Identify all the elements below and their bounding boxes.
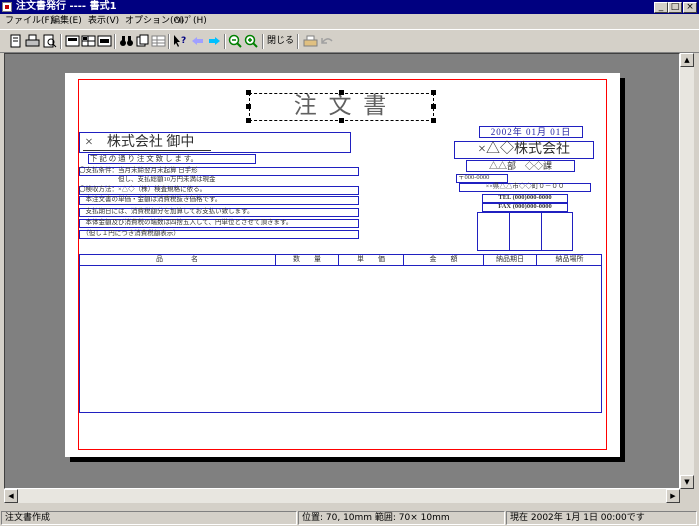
svg-text:?: ?: [181, 36, 186, 46]
forward-arrow-icon[interactable]: [207, 34, 222, 48]
minimize-button[interactable]: _: [654, 2, 668, 13]
zoom-out-icon[interactable]: [228, 34, 243, 48]
toolbar-separator: [297, 34, 299, 49]
selection-handle[interactable]: [246, 90, 251, 95]
copy-icon[interactable]: [135, 34, 150, 48]
menu-help[interactable]: ﾍﾙﾌﾟ(H): [175, 15, 207, 28]
selection-handle[interactable]: [431, 118, 436, 123]
column-header-delivery-date: 納品期日: [496, 255, 524, 263]
selection-handle[interactable]: [246, 104, 251, 109]
horizontal-scrollbar[interactable]: ◀ ▶: [4, 489, 680, 503]
scroll-down-button[interactable]: ▼: [680, 475, 694, 489]
toolbar-separator: [168, 34, 170, 49]
close-button[interactable]: 閉じる: [267, 35, 294, 48]
fax-text: FAX (000)000-0000: [498, 203, 552, 210]
title-bar: 注文書発行 ---- 書式1 _ □ ×: [0, 0, 699, 14]
toolbar-separator: [114, 34, 116, 49]
term-text-5: 支払期日には、消費税額分を加算してお支払い致します。: [79, 208, 254, 215]
selection-handle[interactable]: [246, 118, 251, 123]
scroll-up-button[interactable]: ▲: [680, 53, 694, 67]
column-header-quantity: 数 量: [293, 255, 321, 263]
status-bar: 注文書作成 位置: 70, 10mm 範囲: 70× 10mm 現在 2002年…: [0, 510, 699, 526]
undo-icon[interactable]: [319, 34, 334, 48]
print-icon[interactable]: [25, 34, 40, 48]
department-text: △△部 ◇◇課: [488, 161, 552, 171]
column-header-delivery-place: 納品場所: [555, 255, 584, 263]
form-title: 注 文 書: [293, 93, 390, 118]
binoculars-icon[interactable]: [119, 34, 134, 48]
recipient-underline: [83, 150, 211, 151]
menu-view[interactable]: 表示(V): [88, 15, 119, 28]
company-text: ×△◇株式会社: [478, 142, 570, 157]
term-text-7: （但し１円につき消費税額表示）: [79, 230, 180, 237]
intro-text: 下 記 の 通 り 注 文 致 し ま す。: [90, 154, 198, 163]
toolbar-separator: [224, 34, 226, 49]
menu-bar: ファイル(F) 編集(E) 表示(V) オプション(O) ﾍﾙﾌﾟ(H): [0, 14, 699, 29]
toolbar-separator: [262, 34, 264, 49]
table-icon[interactable]: [151, 34, 166, 48]
scroll-corner: [680, 489, 694, 503]
term-text-6: 本体金額及び消費税の端数は四捨五入して、円単位とさせて頂きます。: [79, 219, 293, 226]
address-text: ××県△△市◇◇町０－００: [485, 183, 565, 190]
status-current-time: 現在 2002年 1月 1日 00:00です: [506, 511, 697, 525]
term-text-3: 〇検収方法：×△◇（株）検査規格に依る。: [79, 186, 207, 193]
selection-handle[interactable]: [339, 118, 344, 123]
form-icon[interactable]: [65, 34, 80, 48]
scroll-right-button[interactable]: ▶: [666, 489, 680, 503]
new-icon[interactable]: [8, 34, 23, 48]
term-text-2: 但し、支払総額10万円未満は現金: [79, 176, 216, 183]
column-header-item: 品 名: [156, 255, 198, 263]
app-icon[interactable]: [2, 2, 12, 12]
selection-handle[interactable]: [339, 90, 344, 95]
help-cursor-icon[interactable]: ?: [172, 34, 187, 48]
date-text: 2002年 01月 01日: [490, 127, 572, 137]
status-position: 位置: 70, 10mm 範囲: 70× 10mm: [298, 511, 505, 525]
toolbar-separator: [60, 34, 62, 49]
list-icon[interactable]: [97, 34, 112, 48]
print-preview-icon[interactable]: [42, 34, 57, 48]
term-text-4: 本注文書の単価・金額は消費税抜き価格です。: [79, 196, 222, 203]
print-icon-2[interactable]: [303, 34, 318, 48]
selection-handle[interactable]: [431, 104, 436, 109]
status-mode: 注文書作成: [1, 511, 297, 525]
window-title: 注文書発行 ---- 書式1: [16, 1, 117, 12]
selection-handle[interactable]: [431, 90, 436, 95]
stamp-divider: [509, 212, 510, 251]
column-header-unit-price: 単 価: [357, 255, 385, 263]
scroll-left-button[interactable]: ◀: [4, 489, 18, 503]
menu-file[interactable]: ファイル(F): [5, 15, 53, 28]
toolbar: ? 閉じる: [0, 29, 699, 53]
back-arrow-icon[interactable]: [190, 34, 205, 48]
menu-edit[interactable]: 編集(E): [51, 15, 82, 28]
items-table[interactable]: [79, 254, 602, 413]
vertical-scrollbar[interactable]: ▲ ▼: [680, 53, 694, 489]
zoom-in-icon[interactable]: [244, 34, 259, 48]
table-header-line: [79, 265, 602, 266]
stamp-divider: [541, 212, 542, 251]
maximize-button[interactable]: □: [668, 2, 682, 13]
close-window-button[interactable]: ×: [683, 2, 697, 13]
column-header-amount: 金 額: [429, 255, 458, 263]
grid-icon[interactable]: [81, 34, 96, 48]
approval-stamp-boxes[interactable]: [477, 212, 573, 251]
